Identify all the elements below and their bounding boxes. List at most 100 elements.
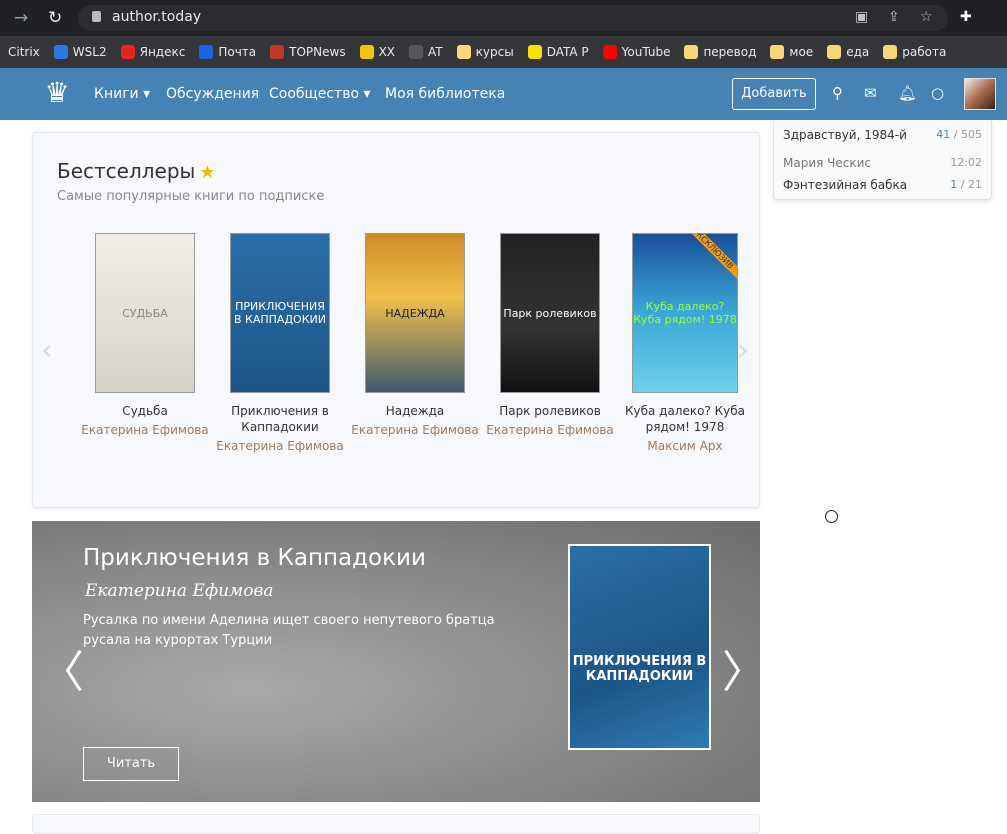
star-icon[interactable]: ☆: [920, 9, 933, 25]
address-bar[interactable]: author.today: [78, 5, 948, 31]
star-icon: ★: [199, 162, 216, 183]
bookmark-item[interactable]: Почта: [199, 45, 256, 59]
bookmark-icon: [409, 45, 424, 59]
item-title: Фэнтезийная бабка: [783, 178, 908, 192]
book-title[interactable]: Судьба: [80, 403, 210, 419]
forward-icon[interactable]: →: [14, 8, 28, 28]
dropdown-item[interactable]: Фэнтезийная бабка 1 / 21: [783, 178, 982, 192]
bookmark-icon: [883, 45, 898, 59]
book-card[interactable]: Парк ролевиков Парк ролевиков Екатерина …: [485, 233, 615, 438]
extensions-icon[interactable]: ✚: [960, 9, 972, 25]
dropdown-item[interactable]: Мария Ческис 12:02: [783, 156, 982, 170]
bookmark-label: XX: [378, 45, 396, 59]
book-card[interactable]: Куба далеко? Куба рядом! 1978 ЭКСКЛЮЗИВ К…: [620, 233, 750, 454]
nav-books[interactable]: Книги ▾: [94, 86, 150, 102]
bookmark-icon: [770, 45, 785, 59]
next-section: [32, 814, 760, 834]
featured-banner: Приключения в Каппадокии Екатерина Ефимо…: [32, 521, 766, 802]
nav-community[interactable]: Сообщество ▾: [269, 86, 371, 102]
bookmark-label: Почта: [218, 45, 257, 59]
bookmark-item[interactable]: Citrix: [8, 45, 40, 59]
section-subtitle: Самые популярные книги по подписке: [57, 189, 325, 204]
book-author[interactable]: Екатерина Ефимова: [350, 422, 480, 438]
book-cover[interactable]: НАДЕЖДА: [365, 233, 465, 393]
book-card[interactable]: ПРИКЛЮЧЕНИЯ В КАППАДОКИИ Приключения в К…: [215, 233, 345, 454]
read-button[interactable]: Читать: [83, 747, 179, 781]
bookmark-item[interactable]: YouTube: [602, 45, 671, 59]
cursor-indicator: [825, 510, 838, 523]
bookmark-icon: [359, 45, 374, 59]
bookmark-label: мое: [789, 45, 814, 59]
bookmark-item[interactable]: Яндекс: [120, 45, 186, 59]
book-author[interactable]: Екатерина Ефимова: [485, 422, 615, 438]
item-count: 1: [950, 178, 958, 191]
featured-title[interactable]: Приключения в Каппадокии: [83, 545, 426, 571]
notifications-dropdown: Здравствуй, 1984-й 41 / 505 Мария Ческис 12…: [773, 120, 992, 200]
bookmark-label: еда: [846, 45, 870, 59]
book-title[interactable]: Приключения в Каппадокии: [215, 403, 345, 435]
item-total: / 505: [953, 128, 982, 141]
nav-library[interactable]: Моя библиотека: [385, 86, 505, 102]
book-author[interactable]: Максим Арх: [620, 438, 750, 454]
bookmark-icon: [527, 45, 542, 59]
dropdown-item[interactable]: Здравствуй, 1984-й 41 / 505: [783, 128, 982, 142]
prev-arrow-icon[interactable]: 〈: [40, 636, 84, 700]
book-card[interactable]: СУДЬБА Судьба Екатерина Ефимова: [80, 233, 210, 438]
section-title: Бестселлеры ★: [57, 159, 216, 183]
add-button[interactable]: Добавить: [732, 78, 816, 110]
bookmark-item[interactable]: мое: [770, 45, 813, 59]
next-arrow-icon[interactable]: 〉: [722, 636, 766, 700]
browser-toolbar: → ↻ author.today ▣ ⇪ ☆ ✚: [0, 0, 1007, 36]
chat-icon[interactable]: ○: [931, 84, 944, 102]
featured-cover[interactable]: ПРИКЛЮЧЕНИЯ В КАППАДОКИИ: [568, 544, 711, 750]
book-cover[interactable]: ПРИКЛЮЧЕНИЯ В КАППАДОКИИ: [230, 233, 330, 393]
avatar[interactable]: [964, 78, 996, 110]
book-cover[interactable]: Куба далеко? Куба рядом! 1978 ЭКСКЛЮЗИВ: [632, 233, 738, 393]
bookmark-label: перевод: [703, 45, 757, 59]
featured-author[interactable]: Екатерина Ефимова: [85, 581, 273, 601]
bookmark-item[interactable]: XX: [359, 45, 396, 59]
reload-icon[interactable]: ↻: [48, 8, 62, 28]
bestsellers-section: Бестселлеры ★ Самые популярные книги по п…: [32, 132, 760, 508]
bookmark-item[interactable]: курсы: [456, 45, 514, 59]
book-title[interactable]: Куба далеко? Куба рядом! 1978: [620, 403, 750, 435]
book-card[interactable]: НАДЕЖДА Надежда Екатерина Ефимова: [350, 233, 480, 438]
bookmark-label: TOPNews: [289, 45, 346, 59]
bookmark-label: AT: [428, 45, 443, 59]
book-author[interactable]: Екатерина Ефимова: [215, 438, 345, 454]
item-count: 12:02: [950, 156, 982, 169]
bookmark-item[interactable]: перевод: [684, 45, 756, 59]
bookmark-label: YouTube: [621, 45, 671, 59]
bookmark-item[interactable]: DATA P: [527, 45, 589, 59]
bookmark-icon: [120, 45, 135, 59]
bookmark-item[interactable]: работа: [883, 45, 946, 59]
bookmark-item[interactable]: WSL2: [53, 45, 107, 59]
book-cover[interactable]: СУДЬБА: [95, 233, 195, 393]
site-header: ♛ Книги ▾ Обсуждения Сообщество ▾ Моя би…: [0, 68, 1007, 120]
bookmark-label: Citrix: [8, 45, 40, 59]
nav-discussions[interactable]: Обсуждения: [166, 86, 259, 102]
url-text: author.today: [112, 9, 202, 25]
book-title[interactable]: Парк ролевиков: [485, 403, 615, 419]
mail-icon[interactable]: ✉: [864, 84, 877, 102]
bell-icon[interactable]: 🔔︎: [898, 84, 917, 102]
prev-arrow-icon[interactable]: ‹: [41, 333, 53, 368]
search-icon[interactable]: ⚲: [832, 84, 843, 102]
book-author[interactable]: Екатерина Ефимова: [80, 422, 210, 438]
book-cover[interactable]: Парк ролевиков: [500, 233, 600, 393]
translate-icon[interactable]: ▣: [855, 9, 868, 25]
bookmark-label: работа: [902, 45, 947, 59]
bookmark-label: Яндекс: [139, 45, 186, 59]
bookmark-item[interactable]: TOPNews: [270, 45, 346, 59]
bookmark-icon: [199, 45, 214, 59]
bookmark-label: WSL2: [72, 45, 107, 59]
book-title[interactable]: Надежда: [350, 403, 480, 419]
bookmark-item[interactable]: еда: [827, 45, 869, 59]
featured-description: Русалка по имени Аделина ищет своего неп…: [83, 613, 495, 648]
bookmark-icon: [827, 45, 842, 59]
bookmarks-bar: Citrix WSL2 Яндекс Почта TOPNews XX AT курсы DAT…: [0, 36, 1007, 68]
site-logo-icon[interactable]: ♛: [37, 76, 77, 112]
share-icon[interactable]: ⇪: [888, 9, 900, 25]
lock-icon: [92, 11, 101, 22]
bookmark-item[interactable]: AT: [409, 45, 443, 59]
